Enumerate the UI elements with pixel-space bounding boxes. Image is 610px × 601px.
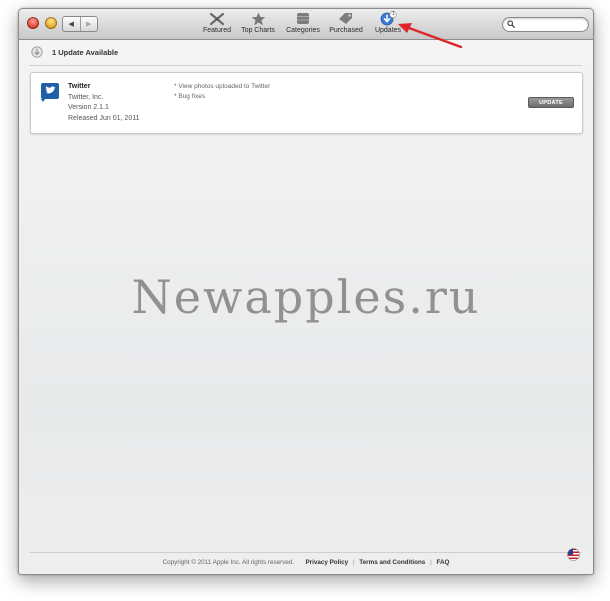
app-developer[interactable]: Twitter, Inc.: [68, 93, 139, 104]
terms-link[interactable]: Terms and Conditions: [359, 559, 425, 566]
categories-icon: [293, 11, 313, 26]
forward-button[interactable]: ▶: [79, 17, 98, 31]
toolbar: ◀ ▶ Featured Top Charts Categories Purch…: [19, 9, 593, 40]
app-store-window: ◀ ▶ Featured Top Charts Categories Purch…: [18, 8, 594, 575]
app-name[interactable]: Twitter: [68, 82, 139, 93]
footer-separator: |: [352, 559, 355, 566]
privacy-policy-link[interactable]: Privacy Policy: [305, 559, 348, 566]
forward-arrow-icon: ▶: [86, 21, 92, 28]
toolbar-categories-label: Categories: [286, 27, 320, 34]
footer-separator: |: [430, 559, 432, 566]
updates-header: 1 Update Available: [31, 44, 118, 60]
toolbar-categories[interactable]: Categories: [285, 11, 321, 37]
back-arrow-icon: ◀: [68, 21, 74, 28]
release-note-item: * View photos uploaded to Twitter: [174, 83, 271, 90]
toolbar-featured[interactable]: Featured: [202, 11, 232, 37]
app-version: Version 2.1.1: [68, 104, 109, 111]
minimize-button[interactable]: [45, 17, 57, 29]
app-info: Twitter Twitter, Inc. Version 2.1.1 Rele…: [68, 82, 139, 124]
updates-count-text: 1 Update Available: [52, 47, 119, 57]
footer-separator: [299, 559, 301, 566]
featured-icon: [207, 11, 227, 26]
update-item-card: Twitter Twitter, Inc. Version 2.1.1 Rele…: [30, 72, 583, 134]
search-input[interactable]: [517, 19, 583, 30]
header-divider: [29, 65, 582, 66]
updates-badge: 1: [392, 11, 395, 17]
toolbar-updates-label: Updates: [374, 27, 402, 34]
twitter-app-icon[interactable]: [40, 82, 60, 102]
watermark-text: Newapples.ru: [131, 270, 481, 324]
toolbar-featured-label: Featured: [202, 27, 232, 34]
download-circle-icon: [31, 46, 43, 58]
star-icon: [248, 11, 268, 26]
release-notes: * View photos uploaded to Twitter * Bug …: [174, 82, 270, 101]
back-button[interactable]: ◀: [63, 17, 80, 31]
search-field[interactable]: [502, 17, 589, 32]
footer-divider: [29, 552, 582, 553]
copyright-text: Copyright © 2011 Apple Inc. All rights r…: [162, 559, 295, 566]
search-icon: [507, 20, 515, 28]
updates-page: 1 Update Available Twitter Twitter, Inc.…: [19, 40, 593, 574]
toolbar-purchased[interactable]: Purchased: [329, 11, 363, 37]
toolbar-top-charts-label: Top Charts: [241, 27, 275, 34]
close-button[interactable]: [27, 17, 39, 29]
updates-icon: 1: [378, 11, 398, 26]
update-button[interactable]: UPDATE: [528, 97, 574, 108]
toolbar-updates[interactable]: 1 Updates: [373, 11, 403, 37]
toolbar-purchased-label: Purchased: [329, 27, 363, 34]
release-note-item: * Bug fixes: [174, 92, 206, 100]
app-release-date: Released Jun 01, 2011: [68, 114, 140, 122]
us-flag-icon[interactable]: [567, 548, 580, 561]
purchased-tag-icon: [336, 11, 356, 26]
footer: Copyright © 2011 Apple Inc. All rights r…: [19, 559, 593, 566]
faq-link[interactable]: FAQ: [436, 559, 449, 566]
toolbar-top-charts[interactable]: Top Charts: [240, 11, 276, 37]
back-forward-control: ◀ ▶: [62, 16, 98, 32]
